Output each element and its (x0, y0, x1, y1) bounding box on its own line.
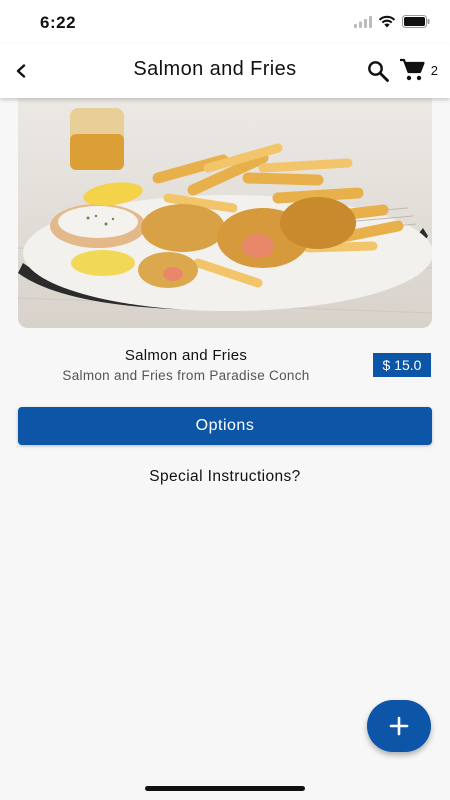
app-bar: Salmon and Fries 2 (0, 44, 450, 98)
status-bar: 6:22 (0, 0, 450, 44)
cart-button[interactable] (398, 56, 426, 84)
cart-icon (400, 58, 425, 81)
search-icon (368, 61, 389, 82)
signal-icon (354, 15, 372, 28)
status-icons (354, 15, 430, 28)
home-indicator[interactable] (145, 786, 305, 791)
cart-count: 2 (430, 63, 438, 78)
item-description: Salmon and Fries from Paradise Conch (62, 368, 310, 383)
special-instructions-link[interactable]: Special Instructions? (0, 468, 450, 486)
wifi-icon (378, 15, 396, 28)
salmon-and-fries-photo (18, 98, 432, 328)
item-name: Salmon and Fries (124, 347, 248, 364)
options-button[interactable]: Options (18, 407, 432, 445)
add-to-cart-fab[interactable] (367, 700, 431, 752)
search-button[interactable] (364, 57, 392, 85)
battery-icon (402, 15, 430, 28)
price-badge: $ 15.0 (373, 353, 431, 377)
status-time: 6:22 (40, 13, 77, 32)
plus-icon (389, 716, 409, 736)
